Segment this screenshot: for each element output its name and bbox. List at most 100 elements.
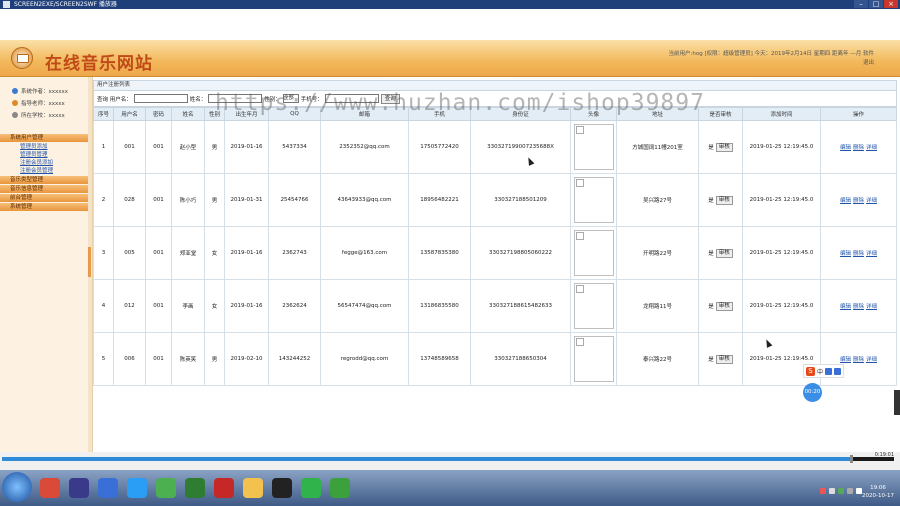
cell-added-time: 2019-01-25 12:19:45.0 <box>742 120 821 174</box>
delete-link[interactable]: 删除 <box>853 198 864 204</box>
detail-link[interactable]: 详细 <box>866 198 877 204</box>
cell-name: 郑亚堂 <box>171 226 205 280</box>
menu-item[interactable]: 管理员添加 <box>0 143 88 151</box>
cell-name: 李画 <box>171 279 205 333</box>
qq-icon[interactable] <box>272 478 292 498</box>
audit-button[interactable]: 审核 <box>715 301 733 311</box>
cell-email: fegge@163.com <box>320 226 409 280</box>
cell-gender: 女 <box>204 226 225 280</box>
menu-section[interactable]: 音乐类型管理 <box>0 176 88 184</box>
cell-avatar <box>570 279 617 333</box>
chrome-icon[interactable] <box>40 478 60 498</box>
cell-no: 1 <box>93 120 114 174</box>
browser-icon[interactable] <box>127 478 147 498</box>
player-icon[interactable] <box>330 478 350 498</box>
cell-avatar <box>570 173 617 227</box>
collapse-handle[interactable] <box>88 247 91 277</box>
start-button[interactable] <box>2 472 32 502</box>
detail-link[interactable]: 详细 <box>866 357 877 363</box>
cell-name: 赵小型 <box>171 120 205 174</box>
cell-birth: 2019-02-10 <box>224 332 269 386</box>
cell-ops: 编辑 删除 详细 <box>820 120 897 174</box>
audit-button[interactable]: 审核 <box>715 142 733 152</box>
clock-time: 19:06 <box>870 485 886 491</box>
system-tray[interactable] <box>820 488 862 494</box>
delete-link[interactable]: 删除 <box>853 145 864 151</box>
ime-toolbar[interactable]: S 中 <box>803 364 845 378</box>
cell-email: regrodd@qq.com <box>320 332 409 386</box>
audit-button[interactable]: 审核 <box>715 354 733 364</box>
menu-section[interactable]: 前台管理 <box>0 194 88 202</box>
delete-link[interactable]: 删除 <box>853 251 864 257</box>
chart-icon[interactable] <box>185 478 205 498</box>
recording-badge[interactable]: 00:20 <box>803 383 822 402</box>
column-header: 是否审核 <box>698 107 743 121</box>
flash-icon[interactable] <box>214 478 234 498</box>
ime-mode[interactable]: 中 <box>817 367 823 376</box>
cell-gender: 女 <box>204 279 225 333</box>
menu-item[interactable]: 注册会员添加 <box>0 159 88 167</box>
cell-qq: 5437334 <box>268 120 321 174</box>
menu-section[interactable]: 音乐信息管理 <box>0 185 88 193</box>
side-tab[interactable] <box>894 390 900 415</box>
cell-idcard: 330327188501209 <box>470 173 571 227</box>
minimize-button[interactable]: – <box>854 0 868 8</box>
audit-button[interactable]: 审核 <box>715 248 733 258</box>
keyboard-icon[interactable] <box>825 367 833 375</box>
sogou-icon[interactable]: S <box>806 366 815 376</box>
maximize-button[interactable]: □ <box>869 0 883 8</box>
cell-avatar <box>570 120 617 174</box>
edit-link[interactable]: 编辑 <box>840 198 851 204</box>
column-header: 用户名 <box>113 107 146 121</box>
explorer-icon[interactable] <box>98 478 118 498</box>
edit-link[interactable]: 编辑 <box>840 357 851 363</box>
settings-icon[interactable] <box>834 367 842 375</box>
player-progress[interactable]: 0:19:01 <box>0 452 900 470</box>
logout-link[interactable]: 退出 <box>624 59 874 68</box>
progress-knob[interactable] <box>850 455 853 463</box>
cell-no: 2 <box>93 173 114 227</box>
watermark: https://www.huzhan.com/ishop39897 <box>215 90 705 116</box>
audit-button[interactable]: 审核 <box>715 195 733 205</box>
close-button[interactable]: × <box>884 0 898 8</box>
username-input[interactable] <box>133 94 188 103</box>
cell-name: 陈小巧 <box>171 173 205 227</box>
delete-link[interactable]: 删除 <box>853 357 864 363</box>
user-info: 当前用户:hog [权限：超级管理员] 今天：2019年2月14日 星期四 距离… <box>624 50 874 68</box>
cell-qq: 2362743 <box>268 226 321 280</box>
table-row: 5 006 001 陈英笑男 2019-02-10 143244252 regrodd@qq… <box>93 332 897 386</box>
folder-icon[interactable] <box>243 478 263 498</box>
cell-phone: 13748589658 <box>408 332 471 386</box>
broken-image-icon <box>573 336 614 382</box>
cell-no: 4 <box>93 279 114 333</box>
menu-item[interactable]: 管理员管理 <box>0 151 88 159</box>
leaf-icon[interactable] <box>156 478 176 498</box>
menu-item[interactable]: 注册会员管理 <box>0 167 88 175</box>
media-icon[interactable] <box>69 478 89 498</box>
detail-link[interactable]: 详细 <box>866 251 877 257</box>
top-blank-area <box>0 9 900 40</box>
audit-status: 是 <box>708 357 714 363</box>
detail-link[interactable]: 详细 <box>866 145 877 151</box>
detail-link[interactable]: 详细 <box>866 304 877 310</box>
player-time: 0:19:01 <box>874 452 894 458</box>
broken-image-icon <box>573 283 614 329</box>
cell-no: 3 <box>93 226 114 280</box>
menu-section[interactable]: 系统用户管理 <box>0 134 88 142</box>
cell-audit: 是审核 <box>698 226 743 280</box>
edit-link[interactable]: 编辑 <box>840 145 851 151</box>
menu-section[interactable]: 系统管理 <box>0 203 88 211</box>
edit-link[interactable]: 编辑 <box>840 304 851 310</box>
window-titlebar: SCREEN2EXE/SCREEN2SWF 播放器 – □ × <box>0 0 900 9</box>
clock[interactable]: 19:06 2020-10-17 <box>862 484 894 500</box>
column-header: 密码 <box>145 107 172 121</box>
cell-ops: 编辑 删除 详细 <box>820 279 897 333</box>
taskbar: 19:06 2020-10-17 <box>0 470 900 506</box>
cell-username: 006 <box>113 332 146 386</box>
cell-email: 43643933@qq.com <box>320 173 409 227</box>
delete-link[interactable]: 删除 <box>853 304 864 310</box>
edit-link[interactable]: 编辑 <box>840 251 851 257</box>
side-info-row: 系统作者：xxxxxx <box>12 85 88 97</box>
table-row: 3 005 001 郑亚堂女 2019-01-16 2362743 fegge@163.co… <box>93 226 897 280</box>
wechat-icon[interactable] <box>301 478 321 498</box>
